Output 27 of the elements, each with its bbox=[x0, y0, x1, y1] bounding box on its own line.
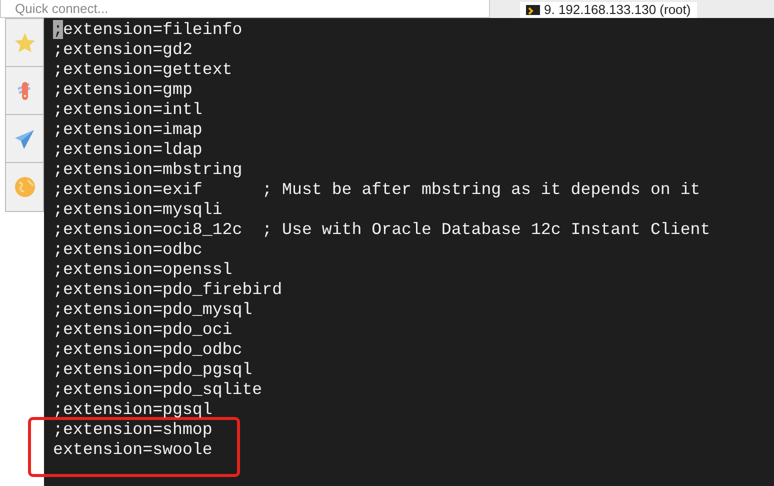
terminal-line: ;extension=mysqli bbox=[53, 200, 222, 220]
session-tab[interactable]: 9. 192.168.133.130 (root) bbox=[520, 2, 697, 18]
terminal-line: ;extension=gettext bbox=[53, 60, 232, 80]
terminal-line: ;extension=imap bbox=[53, 120, 202, 140]
terminal-line: ;extension=pdo_mysql bbox=[53, 300, 252, 320]
terminal-line: ;extension=openssl bbox=[53, 260, 232, 280]
terminal-line: ;extension=oci8_12c ; Use with Oracle Database 12c Instant Client bbox=[53, 220, 710, 240]
highlighted-terminal-line: ;extension=shmop bbox=[28, 417, 240, 440]
terminal-line: ;extension=mbstring bbox=[53, 160, 242, 180]
terminal-line: ;extension=pdo_oci bbox=[53, 320, 232, 340]
terminal-line: ;extension=pdo_sqlite bbox=[53, 380, 262, 400]
terminal-icon bbox=[526, 4, 540, 14]
terminal-line: ;extension=intl bbox=[53, 100, 202, 120]
terminal-line: ;extension=pdo_firebird bbox=[53, 280, 282, 300]
terminal-line: ;extension=gmp bbox=[53, 80, 192, 100]
star-icon[interactable] bbox=[12, 30, 36, 54]
terminal-line: ;extension=ldap bbox=[53, 140, 202, 160]
terminal-line: ;extension=pdo_odbc bbox=[53, 340, 242, 360]
terminal-line: ;extension=fileinfo bbox=[53, 20, 242, 40]
terminal-line: ;extension=exif ; Must be after mbstring as it depends on it bbox=[53, 180, 700, 200]
quick-connect-field[interactable]: Quick connect... bbox=[0, 0, 490, 18]
globe-icon[interactable] bbox=[12, 175, 36, 199]
terminal-line: ;extension=pgsql bbox=[53, 400, 212, 420]
terminal-line: ;extension=pdo_pgsql bbox=[53, 360, 252, 380]
terminal-line: ;extension=odbc bbox=[53, 240, 202, 260]
terminal-line: ;extension=gd2 bbox=[53, 40, 192, 60]
highlighted-terminal-line: extension=swoole bbox=[28, 440, 240, 477]
